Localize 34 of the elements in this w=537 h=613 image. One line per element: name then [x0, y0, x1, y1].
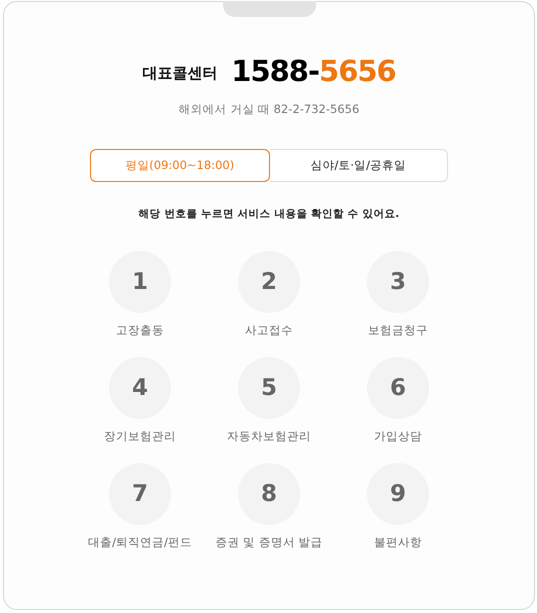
key-label: 보험금청구 [368, 323, 428, 338]
key-label: 대출/퇴직연금/펀드 [88, 535, 192, 550]
tab[interactable]: 심야/토·일/공휴일 [270, 149, 448, 182]
digit-circle: 6 [367, 357, 429, 419]
dial-key[interactable]: 4 장기보험관리 [76, 357, 204, 444]
key-label: 가입상담 [374, 429, 422, 444]
dial-key[interactable]: 8 증권 및 증명서 발급 [204, 463, 334, 550]
key-label: 불편사항 [374, 535, 422, 550]
key-label: 장기보험관리 [104, 429, 176, 444]
dial-key[interactable]: 7 대출/퇴직연금/펀드 [76, 463, 204, 550]
dial-key[interactable]: 9 불편사항 [334, 463, 462, 550]
drag-handle[interactable] [223, 1, 316, 17]
digit-circle: 3 [367, 251, 429, 313]
digit-circle: 2 [238, 251, 300, 313]
tab[interactable]: 평일(09:00~18:00) [90, 149, 270, 182]
dial-key[interactable]: 1 고장출동 [76, 251, 204, 338]
dial-key[interactable]: 5 자동차보험관리 [204, 357, 334, 444]
dial-key[interactable]: 2 사고접수 [204, 251, 334, 338]
digit-circle: 5 [238, 357, 300, 419]
phone-number: 1588-5656 [231, 54, 396, 88]
key-label: 증권 및 증명서 발급 [216, 535, 322, 550]
key-label: 고장출동 [116, 323, 164, 338]
key-label: 사고접수 [245, 323, 293, 338]
key-label: 자동차보험관리 [227, 429, 311, 444]
call-center-label: 대표콜센터 [142, 64, 218, 82]
dial-key[interactable]: 6 가입상담 [334, 357, 462, 444]
digit-circle: 7 [109, 463, 171, 525]
notice-text: 해당 번호를 누르면 서비스 내용을 확인할 수 있어요. [138, 207, 400, 221]
digit-circle: 4 [109, 357, 171, 419]
digit-circle: 9 [367, 463, 429, 525]
overseas-number: 해외에서 거실 때 82-2-732-5656 [178, 102, 360, 117]
digit-circle: 1 [109, 251, 171, 313]
digit-circle: 8 [238, 463, 300, 525]
dial-key[interactable]: 3 보험금청구 [334, 251, 462, 338]
